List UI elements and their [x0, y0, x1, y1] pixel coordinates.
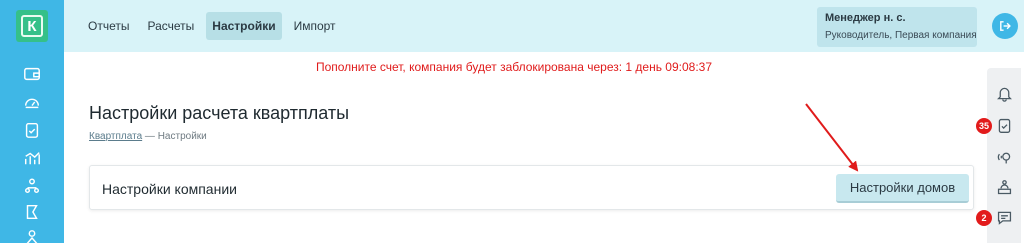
- right-toolbar: [987, 68, 1021, 243]
- user-role: Руководитель, Первая компания: [825, 30, 977, 41]
- task-icon[interactable]: [995, 116, 1013, 134]
- breadcrumb-link[interactable]: Квартплата: [89, 131, 142, 142]
- analytics-icon[interactable]: [22, 148, 42, 168]
- logo[interactable]: К: [16, 10, 48, 42]
- flag-icon[interactable]: [22, 202, 42, 222]
- card-title: Настройки компании: [102, 181, 237, 197]
- top-bar: Отчеты Расчеты Настройки Импорт Менеджер…: [64, 0, 1024, 52]
- house-settings-button[interactable]: Настройки домов: [836, 174, 969, 203]
- breadcrumb: Квартплата — Настройки: [89, 131, 207, 142]
- chat-icon[interactable]: [995, 208, 1013, 226]
- tab-calculations[interactable]: Расчеты: [141, 12, 200, 40]
- page-title: Настройки расчета квартплаты: [89, 103, 350, 123]
- user-name: Менеджер н. с.: [825, 12, 906, 24]
- tasks-count-badge: 35: [976, 118, 992, 134]
- sidebar: К: [0, 0, 64, 246]
- support-desk-icon[interactable]: [995, 178, 1013, 196]
- broadcast-icon[interactable]: [995, 148, 1013, 166]
- bell-icon[interactable]: [995, 84, 1013, 102]
- company-settings-card: Настройки компании Настройки домов: [89, 165, 974, 210]
- chat-count-badge: 2: [976, 210, 992, 226]
- logout-button[interactable]: [992, 13, 1018, 39]
- clipboard-check-icon[interactable]: [22, 120, 42, 140]
- person-icon[interactable]: [22, 228, 42, 248]
- tab-reports[interactable]: Отчеты: [82, 12, 135, 40]
- users-icon[interactable]: [22, 176, 42, 196]
- breadcrumb-separator: —: [142, 131, 158, 142]
- nav-tabs: Отчеты Расчеты Настройки Импорт: [82, 12, 342, 40]
- breadcrumb-current: Настройки: [157, 131, 207, 142]
- gauge-icon[interactable]: [22, 92, 42, 112]
- wallet-icon[interactable]: [22, 64, 42, 84]
- logo-letter: К: [21, 15, 43, 37]
- logout-icon: [1000, 21, 1011, 31]
- user-menu[interactable]: Менеджер н. с. Руководитель, Первая комп…: [817, 7, 977, 47]
- tab-import[interactable]: Импорт: [288, 12, 342, 40]
- tab-settings[interactable]: Настройки: [206, 12, 282, 40]
- account-warning: Пополните счет, компания будет заблокиро…: [315, 60, 713, 74]
